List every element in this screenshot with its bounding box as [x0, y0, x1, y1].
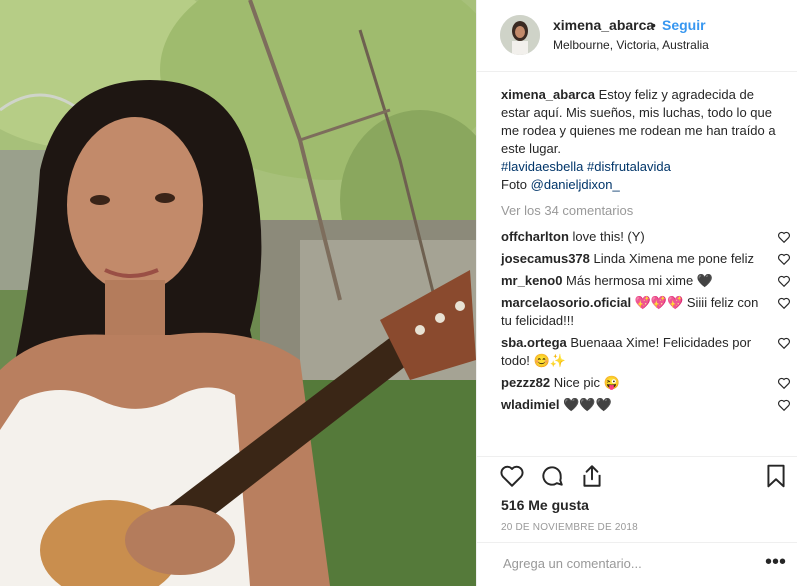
post-author-username[interactable]: ximena_abarca [553, 17, 654, 33]
view-all-comments-link[interactable]: Ver los 34 comentarios [501, 203, 633, 218]
bookmark-icon[interactable] [763, 463, 789, 489]
comment-text: 🖤🖤🖤 [563, 397, 612, 412]
comment-text: Nice pic 😜 [553, 375, 620, 390]
post-actions-bar [477, 456, 797, 496]
comment-icon[interactable] [539, 463, 565, 489]
comment-username[interactable]: josecamus378 [501, 251, 590, 266]
comment-text: Más hermosa mi xime 🖤 [566, 273, 713, 288]
post-photo[interactable] [0, 0, 476, 586]
comment-username[interactable]: mr_keno0 [501, 273, 562, 288]
small-heart-icon[interactable] [777, 252, 791, 266]
small-heart-icon[interactable] [777, 230, 791, 244]
small-heart-icon[interactable] [777, 336, 791, 350]
comment-item: mr_keno0 Más hermosa mi xime 🖤 [501, 272, 791, 290]
post-sidebar: ximena_abarca • Seguir Melbourne, Victor… [476, 0, 797, 586]
small-heart-icon[interactable] [777, 376, 791, 390]
comment-text: love this! (Y) [572, 229, 645, 244]
caption-username[interactable]: ximena_abarca [501, 87, 595, 102]
share-icon[interactable] [579, 463, 605, 489]
photo-credit-label: Foto [501, 177, 528, 192]
avatar[interactable] [500, 15, 540, 55]
hashtag-link[interactable]: #lavidaesbella [501, 159, 583, 174]
post-header: ximena_abarca • Seguir Melbourne, Victor… [477, 0, 797, 72]
comment-item: josecamus378 Linda Ximena me pone feliz [501, 250, 791, 268]
small-heart-icon[interactable] [777, 296, 791, 310]
comment-item: pezzz82 Nice pic 😜 [501, 374, 791, 392]
comment-text: Linda Ximena me pone feliz [593, 251, 754, 266]
likes-count[interactable]: 516 Me gusta [501, 497, 589, 513]
post-caption: ximena_abarca Estoy feliz y agradecida d… [501, 86, 781, 194]
comment-username[interactable]: marcelaosorio.oficial [501, 295, 631, 310]
comment-item: marcelaosorio.oficial 💖💖💖 Siiii feliz co… [501, 294, 791, 330]
small-heart-icon[interactable] [777, 274, 791, 288]
comment-username[interactable]: pezzz82 [501, 375, 550, 390]
comments-list: offcharlton love this! (Y) josecamus378 … [501, 228, 791, 418]
separator-dot: • [651, 17, 656, 33]
heart-icon[interactable] [499, 463, 525, 489]
follow-button[interactable]: Seguir [662, 17, 706, 33]
more-options-icon[interactable]: ••• [765, 551, 786, 574]
post-date: 20 DE NOVIEMBRE DE 2018 [501, 522, 638, 533]
comment-username[interactable]: offcharlton [501, 229, 569, 244]
comment-username[interactable]: sba.ortega [501, 335, 567, 350]
small-heart-icon[interactable] [777, 398, 791, 412]
post-location[interactable]: Melbourne, Victoria, Australia [553, 38, 709, 52]
photo-illustration [0, 0, 476, 586]
comment-item: offcharlton love this! (Y) [501, 228, 791, 246]
add-comment-bar: ••• [477, 542, 797, 586]
comment-item: wladimiel 🖤🖤🖤 [501, 396, 791, 414]
comment-username[interactable]: wladimiel [501, 397, 560, 412]
hashtag-link[interactable]: #disfrutalavida [587, 159, 671, 174]
avatar-image [500, 15, 540, 55]
comment-item: sba.ortega Buenaaa Xime! Felicidades por… [501, 334, 791, 370]
comment-input[interactable] [501, 555, 725, 572]
photo-credit-link[interactable]: @danieljdixon_ [531, 177, 620, 192]
instagram-post: ximena_abarca • Seguir Melbourne, Victor… [0, 0, 797, 586]
